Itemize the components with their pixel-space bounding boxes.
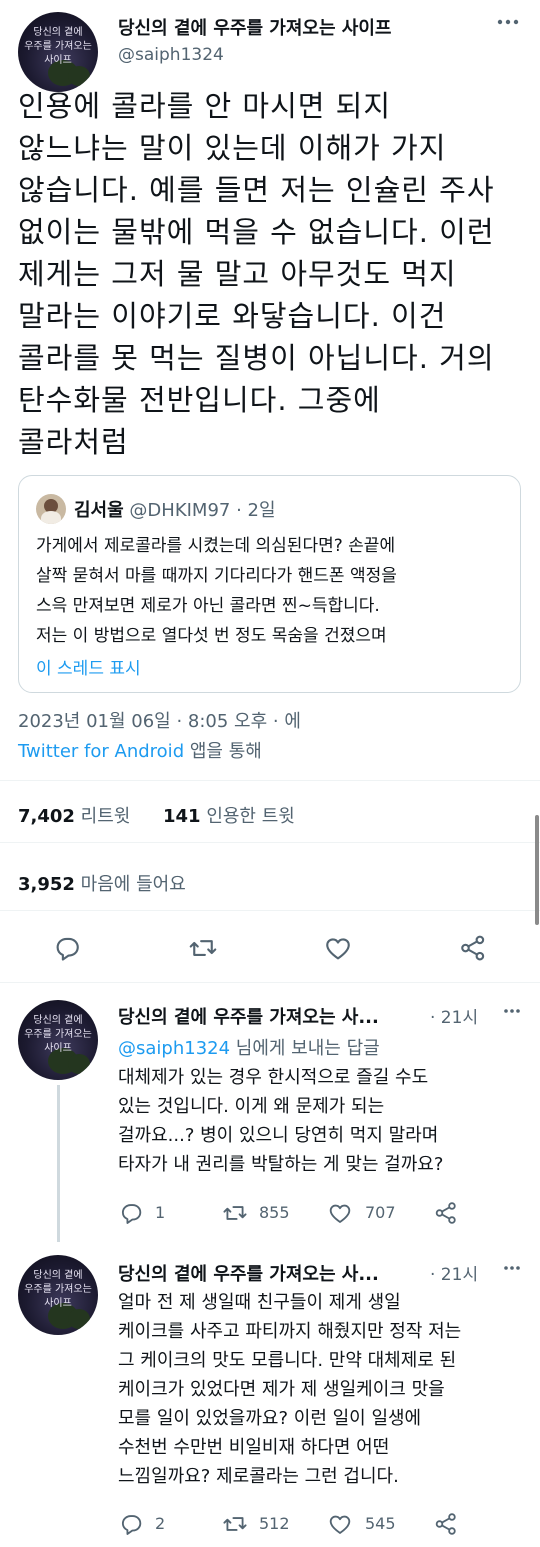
share-icon[interactable] [458,933,488,963]
show-thread-link[interactable]: 이 스레드 표시 [36,654,141,679]
share-icon[interactable] [433,1511,459,1537]
reply-icon[interactable] [118,1511,144,1537]
divider [0,842,540,843]
more-icon[interactable] [503,1265,521,1271]
divider [0,910,540,911]
more-icon[interactable] [496,18,520,26]
reply-count: 1 [155,1203,166,1222]
more-icon[interactable] [503,1008,521,1014]
quotes-stat[interactable]: 141 인용한 트윗 [163,802,295,828]
reply-to-handle[interactable]: @saiph1324 [118,1038,230,1059]
reply-icon[interactable] [52,933,82,963]
quote-avatar [36,494,66,524]
likes-stat[interactable]: 3,952 마음에 들어요 [18,870,186,896]
quoted-tweet[interactable]: 김서울 @DHKIM97 · 2일 가게에서 제로콜라를 시켰는데 의심된다면?… [18,475,521,693]
reply-time[interactable]: · 21시 [430,1003,478,1028]
reply-to-line: @saiph1324 님에게 보내는 답글 [118,1038,380,1059]
retweet-icon[interactable] [188,933,218,963]
display-name[interactable]: 당신의 곁에 우주를 가져오는 사이프 [118,14,391,40]
divider [0,780,540,781]
scrollbar[interactable] [535,815,539,925]
reply-text: 대체제가 있는 경우 한시적으로 즐길 수도 있는 것입니다. 이게 왜 문제가… [118,1067,444,1175]
reply-icon[interactable] [118,1200,144,1226]
quote-display-name: 김서울 [74,500,124,521]
like-count: 545 [365,1514,396,1533]
quote-handle: @DHKIM97 [129,500,231,521]
like-icon[interactable] [323,933,353,963]
thread-line [57,1085,60,1242]
retweet-icon[interactable] [222,1200,248,1226]
reply-count: 2 [155,1514,166,1533]
avatar[interactable]: 당신의 곁에 우주를 가져오는 사이프 [18,1000,98,1080]
avatar[interactable]: 당신의 곁에 우주를 가져오는 사이프 [18,1255,98,1335]
reply-text: 얼마 전 제 생일때 친구들이 제게 생일 케이크를 사주고 파티까지 해줬지만… [118,1292,462,1487]
share-icon[interactable] [433,1200,459,1226]
retweet-icon[interactable] [222,1511,248,1537]
quote-text: 가게에서 제로콜라를 시켰는데 의심된다면? 손끝에 살짝 묻혀서 마를 때까지… [36,536,397,646]
divider [0,982,540,983]
retweet-count: 512 [259,1514,290,1533]
source-link[interactable]: Twitter for Android [18,741,184,762]
tweet-text: 인용에 콜라를 안 마시면 되지 않느냐는 말이 있는데 이해가 가지 않습니다… [18,89,495,459]
retweet-count: 855 [259,1203,290,1222]
source-suffix: 앱을 통해 [184,741,262,762]
avatar[interactable]: 당신의 곁에 우주를 가져오는 사이프 [18,12,98,92]
display-name[interactable]: 당신의 곁에 우주를 가져오는 사... [118,1003,379,1029]
handle[interactable]: @saiph1324 [118,45,224,65]
like-icon[interactable] [327,1200,353,1226]
retweets-stat[interactable]: 7,402 리트윗 [18,802,130,828]
display-name[interactable]: 당신의 곁에 우주를 가져오는 사... [118,1260,379,1286]
like-icon[interactable] [327,1511,353,1537]
reply-time[interactable]: · 21시 [430,1260,478,1285]
timestamp[interactable]: 2023년 01월 06일 · 8:05 오후 · 에 [18,707,301,733]
like-count: 707 [365,1203,396,1222]
quote-time: · 2일 [236,500,276,521]
